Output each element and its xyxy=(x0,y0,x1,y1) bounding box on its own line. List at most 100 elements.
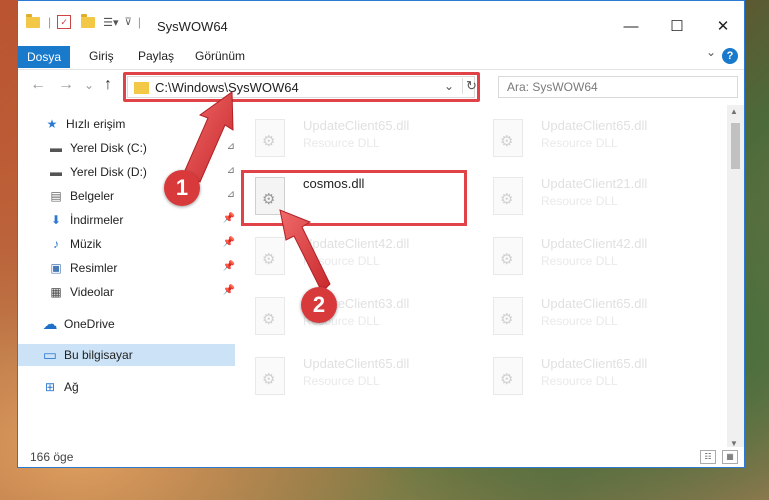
file-item[interactable]: UpdateClient65.dll Resource DLL xyxy=(255,349,485,401)
sidebar-item-label: Yerel Disk (D:) xyxy=(70,165,147,179)
back-icon[interactable]: ← xyxy=(30,76,46,94)
dll-file-icon xyxy=(493,357,523,395)
tab-view[interactable]: Görünüm xyxy=(195,49,245,63)
properties-icon[interactable]: ✓ xyxy=(57,15,72,29)
toolbar-dropdown-icon[interactable]: ⊽ xyxy=(125,17,132,28)
vertical-scrollbar[interactable]: ▲ ▼ xyxy=(727,105,744,450)
sidebar-item-this-pc[interactable]: ▭ Bu bilgisayar xyxy=(18,344,235,366)
file-item[interactable]: UpdateClient63.dll Resource DLL xyxy=(255,289,485,341)
navigation-pane: ★ Hızlı erişim ▬ Yerel Disk (C:) ⊿ ▬ Yer… xyxy=(18,105,235,450)
download-icon: ⬇ xyxy=(50,213,62,227)
file-item[interactable]: UpdateClient65.dll Resource DLL xyxy=(493,349,723,401)
file-type: Resource DLL xyxy=(541,194,618,208)
forward-icon[interactable]: → xyxy=(58,76,74,94)
tab-home[interactable]: Giriş xyxy=(89,49,114,63)
title-bar: | ✓ ☰▾ ⊽ | SysWOW64 — ☐ ✕ xyxy=(18,1,744,41)
file-list: UpdateClient65.dll Resource DLL UpdateCl… xyxy=(223,105,728,450)
dll-file-icon xyxy=(493,119,523,157)
file-item[interactable]: UpdateClient65.dll Resource DLL xyxy=(493,289,723,341)
file-name: UpdateClient65.dll xyxy=(541,356,648,371)
folder-icon xyxy=(26,13,40,28)
quick-access-toolbar: | ✓ ☰▾ ⊽ | xyxy=(26,13,141,31)
dll-file-icon xyxy=(493,297,523,335)
sidebar-item-local-disk-d[interactable]: ▬ Yerel Disk (D:) ⊿ xyxy=(18,161,241,183)
minimize-button[interactable]: — xyxy=(608,11,654,41)
ribbon-tabs: Dosya Giriş Paylaş Görünüm xyxy=(18,46,744,68)
dll-file-icon xyxy=(255,237,285,275)
sidebar-item-label: Hızlı erişim xyxy=(66,117,126,131)
file-name: UpdateClient65.dll xyxy=(541,118,648,133)
search-box[interactable]: Ara: SysWOW64 xyxy=(498,76,738,98)
scroll-up-icon[interactable]: ▲ xyxy=(730,107,738,116)
sidebar-item-label: Bu bilgisayar xyxy=(64,348,133,362)
file-name: UpdateClient65.dll xyxy=(303,356,410,371)
file-item[interactable]: UpdateClient65.dll Resource DLL xyxy=(255,111,485,163)
sidebar-item-label: Belgeler xyxy=(70,189,115,203)
sidebar-item-pictures[interactable]: ▣ Resimler 📌 xyxy=(18,257,241,279)
file-type: Resource DLL xyxy=(541,314,618,328)
file-explorer-window: | ✓ ☰▾ ⊽ | SysWOW64 — ☐ ✕ Dosya Giriş Pa… xyxy=(17,0,745,468)
sidebar-item-music[interactable]: ♪ Müzik 📌 xyxy=(18,233,241,255)
file-item[interactable]: UpdateClient42.dll Resource DLL xyxy=(493,229,723,281)
file-name: UpdateClient21.dll xyxy=(541,176,648,191)
cloud-icon: ☁ xyxy=(42,316,58,333)
file-type: Resource DLL xyxy=(541,254,618,268)
star-icon: ★ xyxy=(46,117,58,131)
drive-icon: ▬ xyxy=(50,141,62,155)
sidebar-item-label: Videolar xyxy=(70,285,114,299)
tab-share[interactable]: Paylaş xyxy=(138,49,174,63)
navigation-bar: ← → ⌄ ↑ C:\Windows\SysWOW64 ⌄ ↻ Ara: Sys… xyxy=(18,69,744,104)
file-item[interactable]: UpdateClient21.dll Resource DLL xyxy=(493,169,723,221)
file-highlight-box xyxy=(241,170,467,226)
help-icon[interactable]: ? xyxy=(722,48,738,64)
file-type: Resource DLL xyxy=(541,136,618,150)
file-type: Resource DLL xyxy=(541,374,618,388)
large-icons-view-icon[interactable]: ▦ xyxy=(722,450,738,464)
sidebar-item-quick-access[interactable]: ★ Hızlı erişim xyxy=(18,113,237,135)
separator: | xyxy=(48,15,52,29)
video-icon: ▦ xyxy=(50,285,62,299)
item-count: 166 öge xyxy=(30,450,74,464)
file-name: UpdateClient42.dll xyxy=(303,236,410,251)
separator: | xyxy=(137,15,141,29)
dll-file-icon xyxy=(493,177,523,215)
document-icon: ▤ xyxy=(50,189,62,203)
sidebar-item-documents[interactable]: ▤ Belgeler ⊿ xyxy=(18,185,241,207)
sidebar-item-label: Yerel Disk (C:) xyxy=(70,141,147,155)
file-name: UpdateClient42.dll xyxy=(541,236,648,251)
details-view-icon[interactable]: ☷ xyxy=(700,450,716,464)
address-highlight-box xyxy=(123,72,480,102)
maximize-button[interactable]: ☐ xyxy=(654,11,700,41)
network-icon: ⊞ xyxy=(44,380,56,394)
step-badge-2: 2 xyxy=(301,287,337,323)
sidebar-item-label: Müzik xyxy=(70,237,102,251)
computer-icon: ▭ xyxy=(42,347,58,364)
file-item[interactable]: UpdateClient65.dll Resource DLL xyxy=(493,111,723,163)
file-name: UpdateClient65.dll xyxy=(303,118,410,133)
pictures-icon: ▣ xyxy=(50,261,62,275)
sidebar-item-label: Resimler xyxy=(70,261,118,275)
file-name: UpdateClient65.dll xyxy=(541,296,648,311)
sidebar-item-videos[interactable]: ▦ Videolar 📌 xyxy=(18,281,241,303)
sidebar-item-downloads[interactable]: ⬇ İndirmeler 📌 xyxy=(18,209,241,231)
ribbon-collapse-icon[interactable]: ⌄ xyxy=(706,45,716,59)
dll-file-icon xyxy=(255,297,285,335)
step-badge-1: 1 xyxy=(164,170,200,206)
sidebar-item-local-disk-c[interactable]: ▬ Yerel Disk (C:) ⊿ xyxy=(18,137,241,159)
sidebar-item-onedrive[interactable]: ☁ OneDrive xyxy=(18,313,235,335)
scroll-thumb[interactable] xyxy=(731,123,740,169)
close-button[interactable]: ✕ xyxy=(700,11,744,41)
file-type: Resource DLL xyxy=(303,136,380,150)
dll-file-icon xyxy=(493,237,523,275)
file-type: Resource DLL xyxy=(303,374,380,388)
sidebar-item-label: Ağ xyxy=(64,380,79,394)
up-icon[interactable]: ↑ xyxy=(104,76,112,94)
sidebar-item-network[interactable]: ⊞ Ağ xyxy=(18,376,235,398)
drive-icon: ▬ xyxy=(50,165,62,179)
tab-file[interactable]: Dosya xyxy=(18,46,70,68)
customize-toolbar-icon[interactable]: ☰▾ xyxy=(103,16,118,29)
new-folder-icon[interactable] xyxy=(81,13,96,28)
recent-locations-icon[interactable]: ⌄ xyxy=(84,78,94,92)
file-item[interactable]: UpdateClient42.dll Resource DLL xyxy=(255,229,485,281)
status-bar: 166 öge ☷ ▦ xyxy=(18,447,744,467)
